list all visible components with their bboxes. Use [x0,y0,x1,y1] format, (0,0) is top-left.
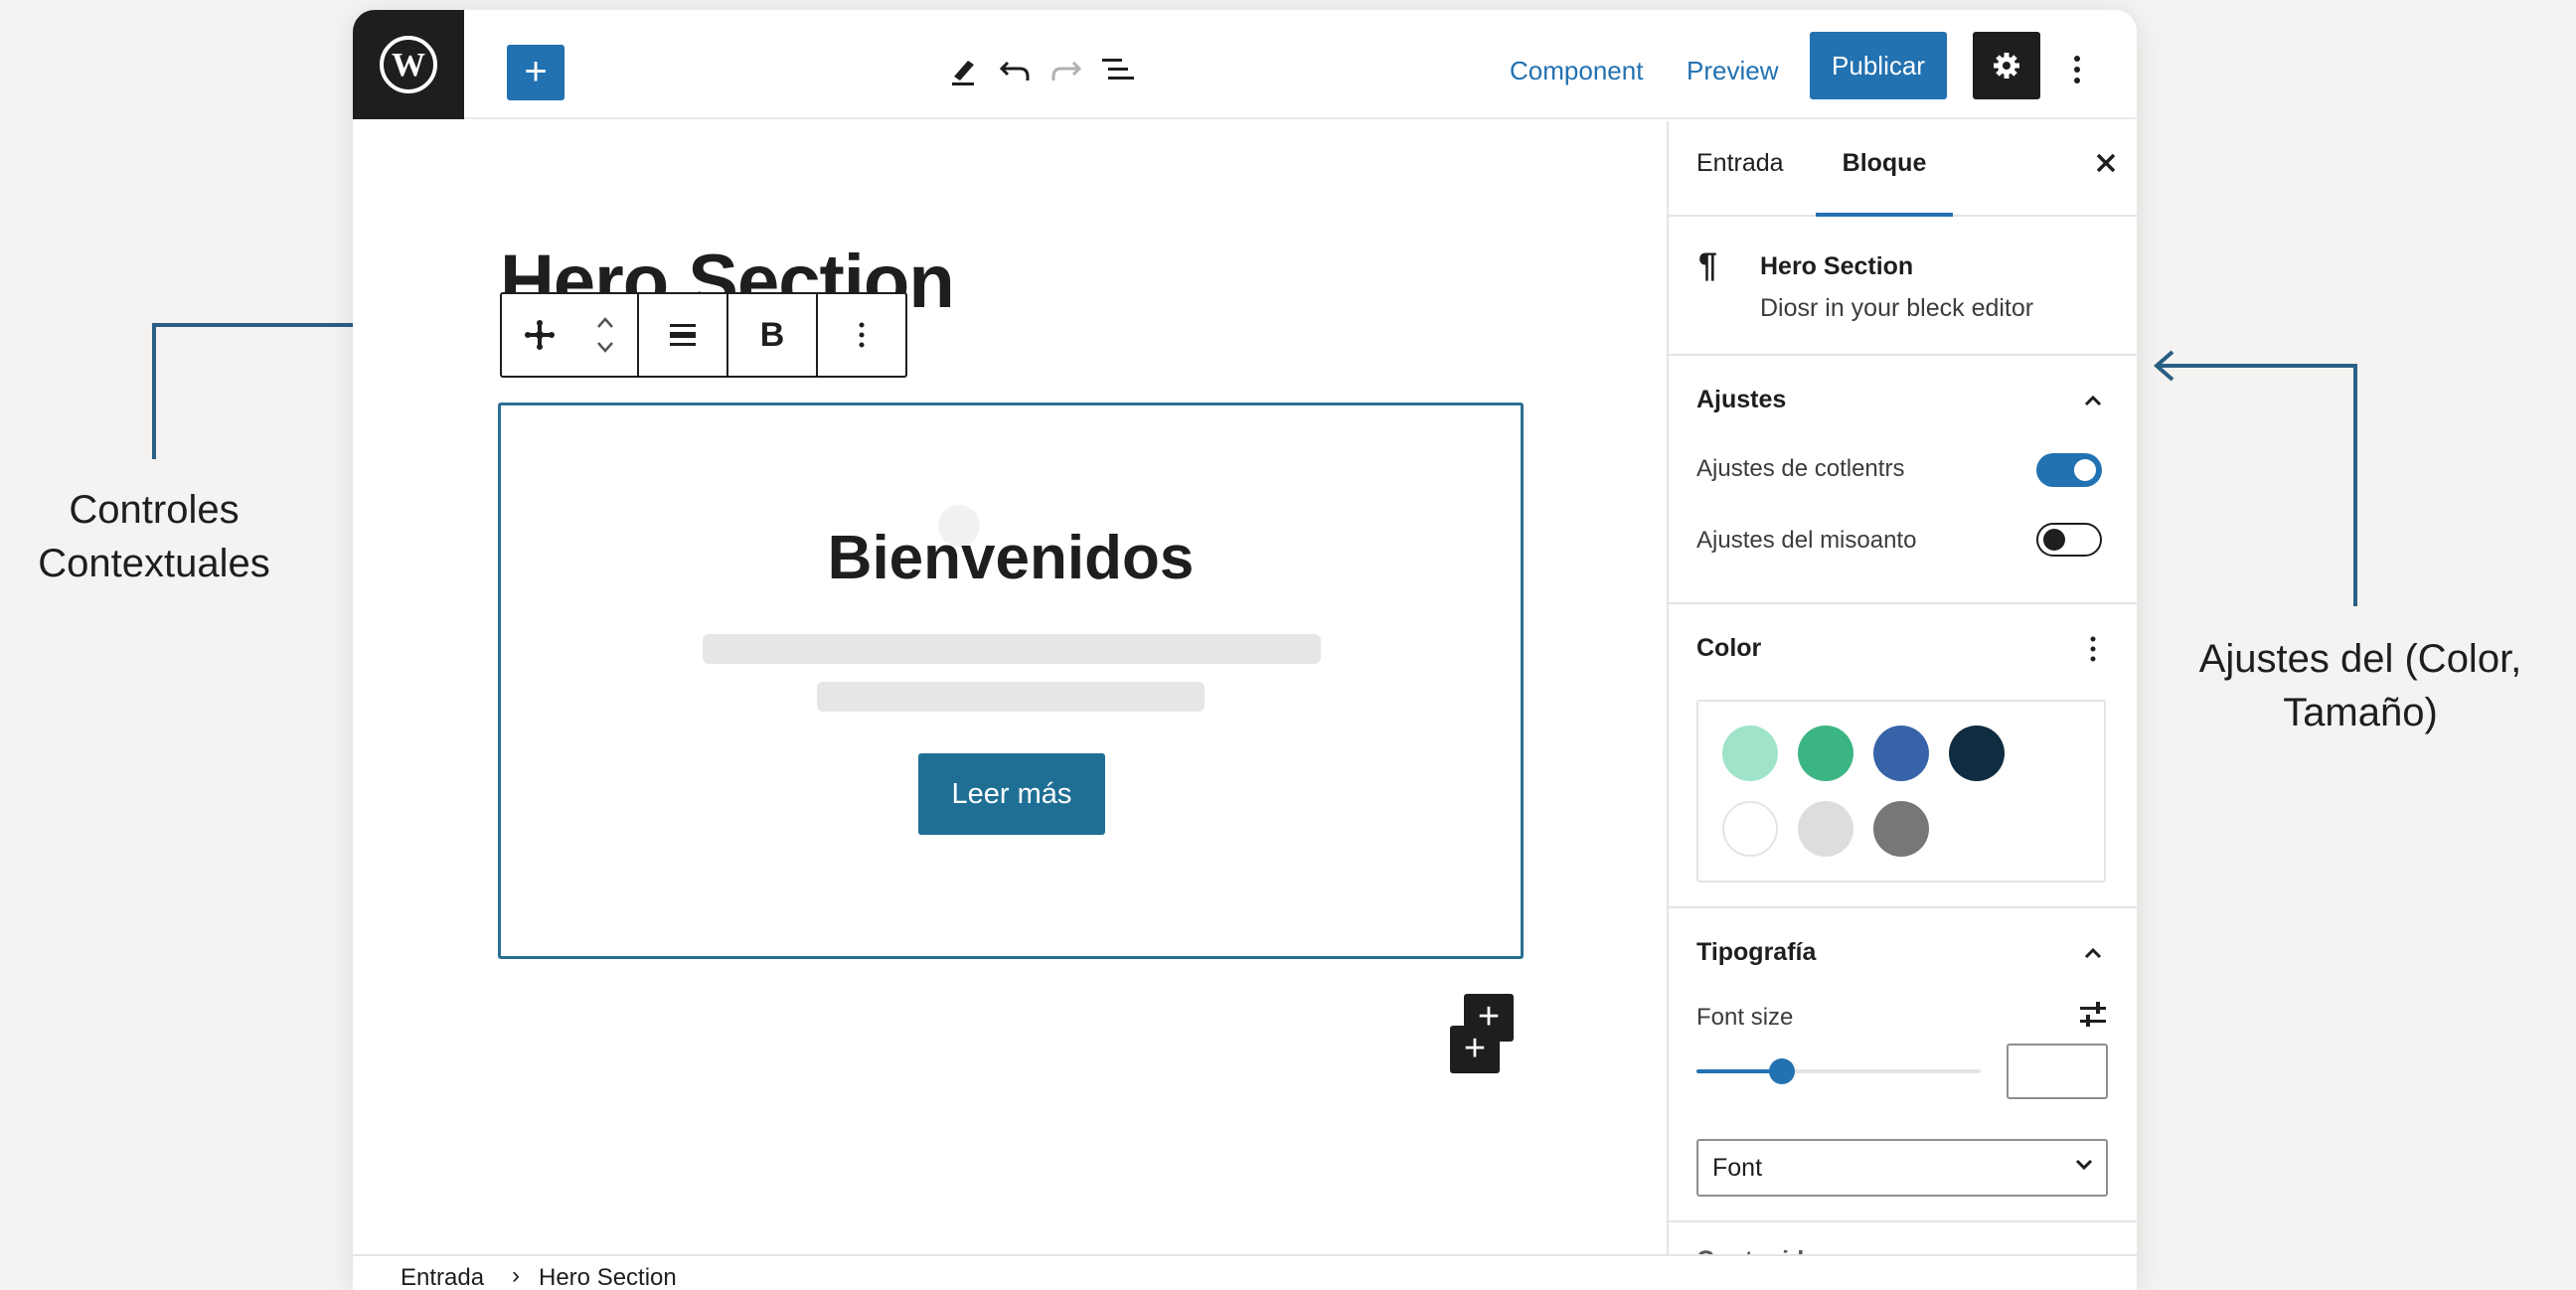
format-group: B [728,294,818,376]
block-card: ¶ Hero Section Diosr in your bleck edito… [1669,217,2137,356]
typography-panel-title[interactable]: Tipografía [1696,938,1816,967]
font-size-slider-thumb[interactable] [1768,1058,1795,1084]
block-options-button[interactable] [819,294,904,376]
more-vertical-icon [2090,636,2096,662]
gear-icon [1994,53,2019,79]
redo-icon [1051,61,1082,81]
wordpress-icon: W [380,36,437,93]
tools-button[interactable] [937,40,993,99]
close-sidebar-button[interactable] [2086,143,2126,183]
hero-heading[interactable]: Bienvenidos [501,523,1521,593]
font-family-select-value: Font [1712,1154,1763,1182]
settings-sidebar: Entrada Bloque ¶ Hero Section Diosr in y… [1667,121,2137,1274]
chevron-up-icon [2084,947,2102,959]
color-swatch[interactable] [1873,801,1929,857]
block-options-group [818,294,905,376]
close-icon [2096,153,2116,173]
pencil-icon [952,61,974,85]
font-family-select[interactable]: Font [1696,1139,2108,1197]
block-card-title: Hero Section [1760,252,1914,280]
left-annotation-line1: Controles [69,488,240,532]
wordpress-logo[interactable]: W [353,10,464,119]
toggle-label-misoanto: Ajustes del misoanto [1696,527,1917,554]
font-size-slider[interactable] [1696,1058,1981,1084]
preview-button[interactable]: Preview [1687,46,1778,95]
align-button[interactable] [639,294,726,376]
block-toolbar: B [500,292,907,378]
placeholder-text-line [817,682,1205,712]
block-card-description: Diosr in your bleck editor [1760,294,2034,322]
redo-button[interactable] [1039,40,1094,99]
undo-button[interactable] [987,40,1043,99]
ajustes-panel: Ajustes Ajustes de cotlentrs Ajustes del… [1669,356,2137,604]
color-palette [1696,700,2106,883]
list-view-icon [1102,59,1134,80]
component-link[interactable]: Component [1510,46,1643,95]
right-annotation: Ajustes del (Color, Tamaño) [2167,632,2554,739]
undo-icon [999,61,1030,81]
more-vertical-icon [859,322,865,348]
right-annotation-line2: Tamaño) [2283,691,2438,734]
tab-entrada[interactable]: Entrada [1696,121,1784,217]
left-annotation: Controles Contextuales [10,483,298,590]
right-annotation-line [2157,364,2357,606]
toggle-label-contents: Ajustes de cotlentrs [1696,455,1905,482]
color-options-button[interactable] [2070,626,2116,672]
toggle-misoanto[interactable] [2036,523,2102,557]
editor-canvas[interactable]: Hero Section B Bienvenidos Leer más + + [353,121,1667,1254]
chevron-up-down-icon [597,317,613,353]
color-swatch[interactable] [1798,801,1853,857]
options-menu-button[interactable] [2062,40,2092,99]
color-swatch[interactable] [1798,726,1853,781]
toggle-knob [2074,459,2096,481]
more-vertical-icon [2074,56,2080,83]
publish-button[interactable]: Publicar [1810,32,1947,99]
move-up-down-button[interactable] [575,294,635,376]
typography-collapse-button[interactable] [2070,930,2116,976]
hero-read-more-button[interactable]: Leer más [918,753,1105,835]
chevron-right-icon: › [512,1262,520,1289]
breadcrumb-hero-section[interactable]: Hero Section [539,1264,677,1290]
sidebar-tabs: Entrada Bloque [1669,121,2137,217]
left-annotation-line2: Contextuales [38,542,270,585]
ajustes-panel-title[interactable]: Ajustes [1696,386,1786,414]
color-swatch[interactable] [1722,726,1778,781]
block-mover-group [502,294,639,376]
toggle-knob [2043,529,2065,551]
placeholder-text-line [703,634,1321,664]
right-annotation-line1: Ajustes del (Color, [2198,637,2522,681]
align-group [639,294,728,376]
typography-panel: Tipografía Font size Font [1669,908,2137,1222]
hero-block[interactable]: Bienvenidos Leer más [498,403,1524,959]
settings-sliders-icon [2080,1002,2106,1027]
color-panel: Color [1669,604,2137,908]
drag-move-icon [525,320,555,350]
color-swatch[interactable] [1873,726,1929,781]
color-swatch[interactable] [1949,726,2005,781]
paragraph-icon: ¶ [1698,246,1717,284]
breadcrumb: Entrada › Hero Section [353,1254,2137,1290]
font-size-label: Font size [1696,1004,1794,1031]
drag-handle-button[interactable] [504,294,575,376]
editor-top-bar: W + Component Preview Publicar [353,10,2137,119]
chevron-up-icon [2084,395,2102,406]
font-size-custom-button[interactable] [2070,992,2116,1038]
editor-window: W + Component Preview Publicar Hero Sect… [353,10,2137,1290]
block-inserter-button[interactable]: + [1450,1026,1500,1073]
font-size-input[interactable] [2007,1044,2108,1099]
color-swatch[interactable] [1722,801,1778,857]
ajustes-collapse-button[interactable] [2070,378,2116,423]
align-icon [670,324,696,346]
bold-button[interactable]: B [728,294,816,376]
svg-text:W: W [392,47,425,83]
tab-bloque[interactable]: Bloque [1816,121,1953,217]
color-panel-title[interactable]: Color [1696,634,1761,663]
toggle-contents[interactable] [2036,453,2102,487]
settings-button[interactable] [1973,32,2040,99]
breadcrumb-entrada[interactable]: Entrada [401,1264,484,1290]
add-block-button[interactable]: + [507,45,564,100]
document-overview-button[interactable] [1090,40,1146,99]
chevron-down-icon [2075,1159,2093,1171]
